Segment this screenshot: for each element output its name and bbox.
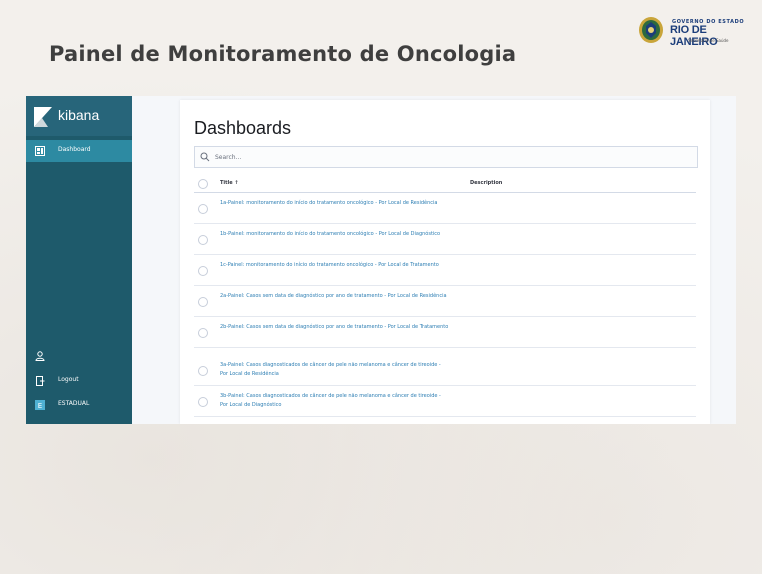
dashboard-link[interactable]: 1b-Painel: monitoramento do início do tr… xyxy=(220,230,450,239)
user-icon xyxy=(35,351,45,361)
column-header-title[interactable]: Title ↑ xyxy=(220,180,239,186)
state-logo: GOVERNO DO ESTADO RIO DE JANEIRO Secreta… xyxy=(638,16,754,48)
row-checkbox[interactable] xyxy=(198,235,208,245)
dashboard-icon xyxy=(35,146,45,156)
sidebar: kibana Dashboard Logout E ESTADUAL xyxy=(26,96,132,424)
kibana-screenshot: kibana Dashboard Logout E ESTADUAL Dashb… xyxy=(26,96,736,424)
table-row: 3b-Painel: Casos diagnosticados de cânce… xyxy=(194,386,696,417)
column-header-description: Description xyxy=(470,180,503,186)
slide-title: Painel de Monitoramento de Oncologia xyxy=(49,42,517,66)
brand-name: kibana xyxy=(58,107,100,123)
search-input[interactable] xyxy=(213,149,687,165)
table-row: 1b-Painel: monitoramento do início do tr… xyxy=(194,224,696,255)
sidebar-item-label: Dashboard xyxy=(58,146,91,153)
sidebar-item-dashboard[interactable]: Dashboard xyxy=(26,140,132,162)
dashboard-link[interactable]: 2b-Painel: Casos sem data de diagnóstico… xyxy=(220,323,450,332)
search-icon xyxy=(200,152,210,162)
logo-line-3: Secretaria de Saúde xyxy=(688,38,729,43)
select-all-checkbox[interactable] xyxy=(198,179,208,189)
logo-line-2: RIO DE JANEIRO xyxy=(670,24,718,48)
dashboard-link[interactable]: 2a-Painel: Casos sem data de diagnóstico… xyxy=(220,292,450,301)
dashboard-link[interactable]: 3b-Painel: Casos diagnosticados de cânce… xyxy=(220,392,450,410)
dashboard-link[interactable]: 1c-Painel: monitoramento do início do tr… xyxy=(220,261,450,270)
row-checkbox[interactable] xyxy=(198,366,208,376)
dashboard-link[interactable]: 3a-Painel: Casos diagnosticados de cânce… xyxy=(220,361,450,379)
table-row: 1c-Painel: monitoramento do início do tr… xyxy=(194,255,696,286)
main-panel: Dashboards Title ↑ Description 1a-Painel… xyxy=(180,100,710,424)
table-row: 1a-Painel: monitoramento do início do tr… xyxy=(194,193,696,224)
row-checkbox[interactable] xyxy=(198,397,208,407)
sidebar-item-label: ESTADUAL xyxy=(58,400,90,407)
search-field[interactable] xyxy=(194,146,698,168)
table-row: 2a-Painel: Casos sem data de diagnóstico… xyxy=(194,286,696,317)
space-badge-icon: E xyxy=(35,400,45,410)
brand[interactable]: kibana xyxy=(26,96,132,136)
kibana-logo-icon xyxy=(34,107,52,127)
logout-icon xyxy=(36,376,45,386)
table-row: 2b-Painel: Casos sem data de diagnóstico… xyxy=(194,317,696,348)
row-checkbox[interactable] xyxy=(198,204,208,214)
sidebar-item-logout[interactable]: Logout xyxy=(26,370,132,392)
table-header: Title ↑ Description xyxy=(194,176,696,193)
dashboard-link[interactable]: 1a-Painel: monitoramento do início do tr… xyxy=(220,199,450,208)
page-title: Dashboards xyxy=(194,118,292,138)
row-checkbox[interactable] xyxy=(198,266,208,276)
sidebar-item-label: Logout xyxy=(58,376,79,383)
table-row: 3a-Painel: Casos diagnosticados de cânce… xyxy=(194,355,696,386)
row-checkbox[interactable] xyxy=(198,297,208,307)
sidebar-item-user[interactable] xyxy=(26,345,132,367)
coat-of-arms-icon xyxy=(639,17,663,43)
sidebar-item-space[interactable]: E ESTADUAL xyxy=(26,394,132,416)
svg-text:E: E xyxy=(38,402,42,410)
row-checkbox[interactable] xyxy=(198,328,208,338)
